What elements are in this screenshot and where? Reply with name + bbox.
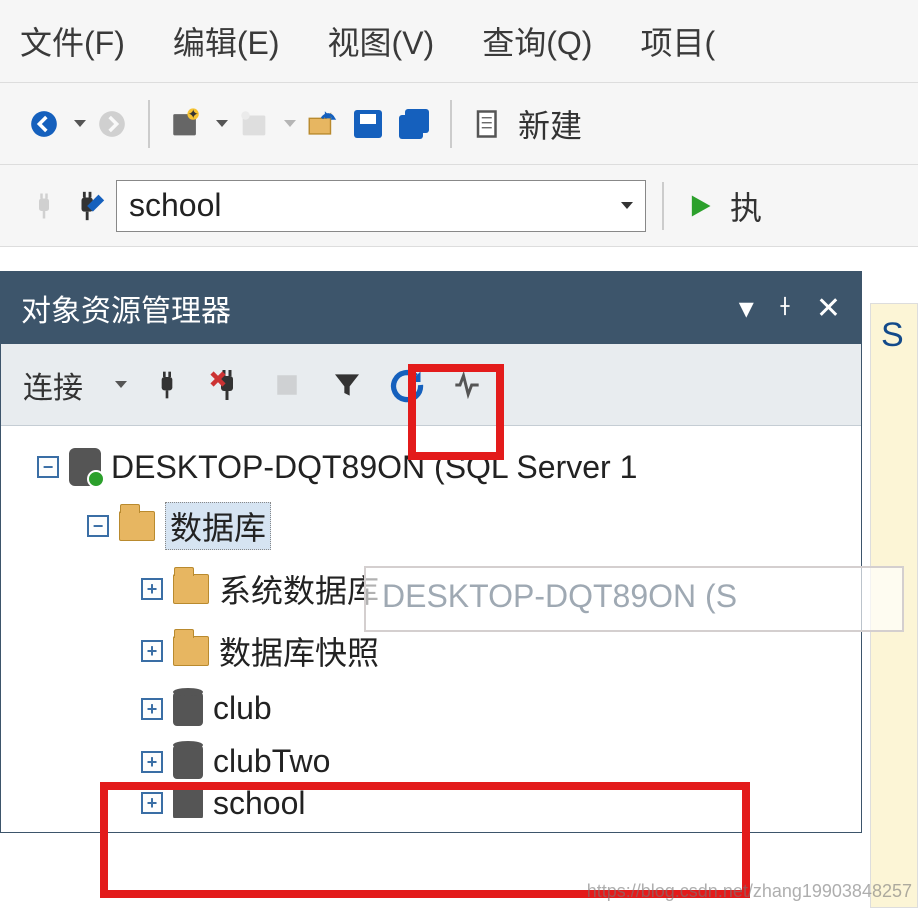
save-icon[interactable] [348,104,388,144]
connect-label[interactable]: 连接 [23,363,83,407]
new-query-icon[interactable]: ✦ [166,104,206,144]
open-file-icon[interactable] [302,104,342,144]
document-icon[interactable] [468,104,508,144]
menu-view[interactable]: 视图(V) [328,18,435,64]
tooltip: DESKTOP-DQT89ON (S [364,566,904,632]
database-icon [173,745,203,779]
tree-server-label: DESKTOP-DQT89ON (SQL Server 1 [111,449,637,486]
execute-label[interactable]: 执 [730,183,762,229]
database-icon [173,692,203,726]
main-toolbar: ✦ 新建 [0,83,918,165]
expand-icon[interactable]: + [141,698,163,720]
forward-button[interactable] [92,104,132,144]
back-button[interactable] [24,104,64,144]
new-label[interactable]: 新建 [518,101,582,147]
plug-connect-icon[interactable] [24,186,64,226]
save-all-icon[interactable] [394,104,434,144]
connect-dropdown-icon[interactable] [115,381,127,388]
collapse-icon[interactable]: − [37,456,59,478]
panel-title-bar: 对象资源管理器 ▾ ✕ [1,272,861,344]
server-icon [69,448,101,486]
expand-icon[interactable]: + [141,751,163,773]
watermark: https://blog.csdn.net/zhang19903848257 [587,881,912,902]
pin-icon[interactable] [774,291,796,325]
menu-query[interactable]: 查询(Q) [482,18,592,64]
new-query-dropdown-icon[interactable] [216,120,228,127]
database-icon [173,788,203,818]
panel-title: 对象资源管理器 [21,286,231,330]
svg-text:✦: ✦ [188,107,199,121]
tree-school-label: school [213,788,306,818]
query-toolbar: school 执 [0,165,918,247]
tree-school-row[interactable]: + school [11,788,851,818]
database-select-value: school [129,187,222,224]
object-explorer-panel: 对象资源管理器 ▾ ✕ 连接 [0,271,862,833]
chevron-down-icon [621,202,633,209]
new-project-dropdown-icon[interactable] [284,120,296,127]
tree-databases-row[interactable]: − 数据库 [11,494,851,558]
tree-server-row[interactable]: − DESKTOP-DQT89ON (SQL Server 1 [11,440,851,494]
new-project-icon[interactable] [234,104,274,144]
database-select[interactable]: school [116,180,646,232]
back-dropdown-icon[interactable] [74,120,86,127]
folder-icon [173,574,209,604]
folder-icon [119,511,155,541]
expand-icon[interactable]: + [141,792,163,814]
execute-icon[interactable] [680,186,720,226]
tree-databases-label: 数据库 [165,502,271,550]
menu-edit[interactable]: 编辑(E) [173,18,280,64]
editor-strip-label: S [871,304,917,355]
separator [662,182,664,230]
menu-file[interactable]: 文件(F) [20,18,125,64]
panel-dropdown-icon[interactable]: ▾ [739,291,754,326]
tree-snapshots-label: 数据库快照 [219,628,379,674]
menu-project[interactable]: 项目( [640,18,715,64]
tree-club-row[interactable]: + club [11,682,851,735]
plug-change-icon[interactable] [70,186,110,226]
expand-icon[interactable]: + [141,578,163,600]
tree-sysdb-label: 系统数据库 [219,566,379,612]
separator [148,100,150,148]
close-icon[interactable]: ✕ [816,291,841,326]
refresh-icon[interactable] [387,365,427,405]
separator [450,100,452,148]
collapse-icon[interactable]: − [87,515,109,537]
menu-bar: 文件(F) 编辑(E) 视图(V) 查询(Q) 项目( [0,0,918,83]
expand-icon[interactable]: + [141,640,163,662]
activity-icon[interactable] [447,365,487,405]
tree-clubtwo-label: clubTwo [213,743,330,780]
filter-icon[interactable] [327,365,367,405]
plug-connect-icon[interactable] [147,365,187,405]
folder-icon [173,636,209,666]
tree-clubtwo-row[interactable]: + clubTwo [11,735,851,788]
object-explorer-toolbar: 连接 [1,344,861,426]
plug-disconnect-icon[interactable] [207,365,247,405]
tree-club-label: club [213,690,272,727]
stop-icon[interactable] [267,365,307,405]
